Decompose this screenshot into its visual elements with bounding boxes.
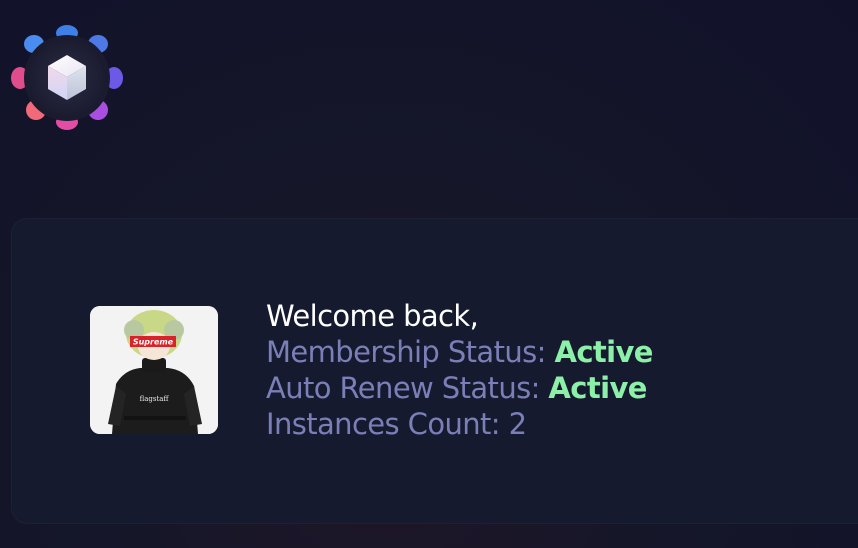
membership-status-value: Active bbox=[554, 335, 653, 369]
shirt-print-text: flagstaff bbox=[140, 395, 170, 403]
app-logo-icon[interactable] bbox=[10, 22, 124, 134]
auto-renew-status-value: Active bbox=[548, 371, 647, 405]
user-avatar: flagstaff Supreme bbox=[90, 306, 218, 434]
membership-status-label: Membership Status: bbox=[266, 335, 555, 369]
auto-renew-status-label: Auto Renew Status: bbox=[266, 371, 549, 405]
membership-status: Membership Status: Active bbox=[266, 334, 653, 370]
instances-count-label: Instances Count: bbox=[266, 407, 509, 441]
welcome-text: Welcome back, bbox=[266, 299, 479, 333]
account-info: Welcome back, Membership Status: Active … bbox=[266, 298, 653, 442]
auto-renew-status: Auto Renew Status: Active bbox=[266, 370, 653, 406]
instances-count: Instances Count: 2 bbox=[266, 406, 653, 442]
instances-count-value: 2 bbox=[508, 407, 527, 441]
supreme-box-logo-text: Supreme bbox=[133, 338, 174, 347]
